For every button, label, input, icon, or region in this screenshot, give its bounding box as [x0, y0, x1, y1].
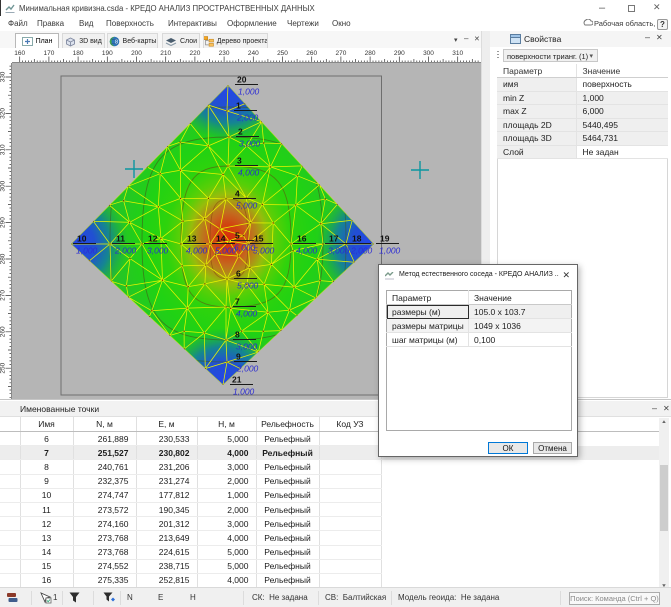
svg-text:14: 14: [216, 234, 226, 244]
svg-text:1,000: 1,000: [238, 87, 260, 97]
svg-text:310: 310: [452, 50, 463, 57]
svg-text:13: 13: [187, 234, 197, 244]
svg-text:11: 11: [116, 234, 125, 244]
svg-text:5,000: 5,000: [236, 201, 258, 211]
svg-text:2,000: 2,000: [350, 246, 373, 256]
svg-text:1,000: 1,000: [233, 387, 255, 397]
svg-text:160: 160: [14, 50, 25, 57]
svg-text:10: 10: [77, 234, 87, 244]
svg-text:2,000: 2,000: [236, 364, 259, 374]
svg-text:200: 200: [131, 50, 142, 57]
svg-text:280: 280: [365, 50, 376, 57]
svg-text:9: 9: [236, 352, 241, 362]
svg-text:3: 3: [237, 156, 242, 166]
svg-text:17: 17: [329, 234, 339, 244]
svg-text:3,000: 3,000: [236, 342, 258, 352]
svg-text:1,000: 1,000: [379, 246, 401, 256]
svg-text:220: 220: [189, 50, 200, 57]
svg-text:180: 180: [73, 50, 84, 57]
svg-text:16: 16: [297, 234, 307, 244]
svg-text:18: 18: [352, 234, 362, 244]
svg-text:12: 12: [148, 234, 158, 244]
svg-text:4,000: 4,000: [236, 309, 258, 319]
svg-text:210: 210: [160, 50, 171, 57]
svg-text:15: 15: [254, 234, 264, 244]
svg-text:8: 8: [115, 40, 118, 46]
svg-text:290: 290: [394, 50, 405, 57]
svg-text:270: 270: [335, 50, 346, 57]
svg-text:5,000: 5,000: [237, 281, 259, 291]
svg-text:4,000: 4,000: [238, 168, 260, 178]
svg-text:1,000: 1,000: [76, 246, 98, 256]
svg-text:250: 250: [277, 50, 288, 57]
svg-text:2: 2: [238, 127, 243, 137]
svg-text:8: 8: [235, 330, 240, 340]
svg-text:170: 170: [43, 50, 54, 57]
svg-text:1: 1: [236, 101, 241, 111]
svg-text:190: 190: [102, 50, 113, 57]
svg-text:3,000: 3,000: [147, 246, 169, 256]
svg-text:2,000: 2,000: [114, 246, 137, 256]
svg-text:6: 6: [236, 269, 241, 279]
svg-text:260: 260: [306, 50, 317, 57]
svg-text:2,000: 2,000: [236, 113, 259, 123]
svg-text:300: 300: [423, 50, 434, 57]
svg-text:19: 19: [380, 234, 390, 244]
svg-text:4,000: 4,000: [296, 246, 318, 256]
svg-text:240: 240: [248, 50, 259, 57]
svg-text:3,000: 3,000: [328, 246, 350, 256]
svg-text:20: 20: [237, 75, 247, 85]
svg-text:3,000: 3,000: [239, 139, 261, 149]
svg-text:5: 5: [235, 231, 240, 241]
svg-text:21: 21: [232, 375, 242, 385]
svg-text:4: 4: [235, 189, 240, 199]
svg-text:4,000: 4,000: [186, 246, 208, 256]
svg-text:230: 230: [219, 50, 230, 57]
svg-text:7: 7: [235, 297, 240, 307]
svg-text:5,000: 5,000: [253, 246, 275, 256]
